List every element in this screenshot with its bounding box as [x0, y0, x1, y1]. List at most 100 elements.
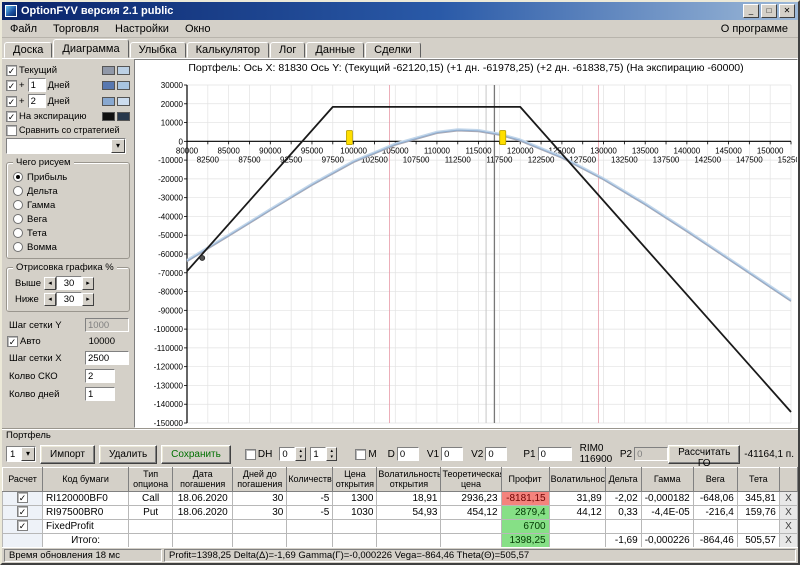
maximize-button[interactable]: □	[761, 4, 777, 18]
minimize-button[interactable]: _	[743, 4, 759, 18]
col-profit[interactable]: Профит	[501, 468, 549, 492]
current-color-swatch-1[interactable]	[102, 66, 115, 75]
dh-spinner-1[interactable]: ▴▾	[279, 447, 306, 461]
days-count-input[interactable]	[85, 387, 115, 401]
radio-vega[interactable]: Вега	[13, 213, 123, 225]
col-code[interactable]: Код бумаги	[43, 468, 129, 492]
below-decrease-button[interactable]: ◂	[44, 293, 56, 306]
radio-gamma[interactable]: Гамма	[13, 199, 123, 211]
v2-input[interactable]	[485, 447, 507, 461]
chevron-down-icon[interactable]: ▾	[21, 447, 35, 461]
radio-icon[interactable]	[13, 186, 23, 196]
row-checkbox[interactable]	[17, 506, 28, 517]
p1-input[interactable]	[538, 447, 572, 461]
current-color-swatch-2[interactable]	[117, 66, 130, 75]
expiration-color-swatch-2[interactable]	[117, 112, 130, 121]
dh-spinner-1-input[interactable]	[279, 447, 295, 461]
tab-deals[interactable]: Сделки	[365, 42, 421, 58]
tab-data[interactable]: Данные	[306, 42, 364, 58]
col-days-to-maturity[interactable]: Дней до погашения	[233, 468, 287, 492]
plus2-color-swatch-2[interactable]	[117, 97, 130, 106]
strategy-select[interactable]: ▾	[6, 138, 126, 154]
v1-input[interactable]	[441, 447, 463, 461]
dh-checkbox[interactable]	[245, 449, 256, 460]
tab-log[interactable]: Лог	[270, 42, 305, 58]
spinner-arrows-icon[interactable]: ▴▾	[295, 447, 306, 461]
row-checkbox[interactable]	[17, 492, 28, 503]
col-option-type[interactable]: Тип опциона	[129, 468, 173, 492]
below-value-input[interactable]	[56, 292, 82, 306]
row-calc-cell[interactable]	[3, 491, 43, 505]
current-checkbox[interactable]	[6, 65, 17, 76]
radio-icon[interactable]	[13, 172, 23, 182]
auto-checkbox[interactable]	[7, 336, 18, 347]
col-theoretical-price[interactable]: Теоретическая цена	[441, 468, 501, 492]
radio-delta[interactable]: Дельта	[13, 185, 123, 197]
col-calc[interactable]: Расчет	[3, 468, 43, 492]
radio-theta[interactable]: Тета	[13, 227, 123, 239]
radio-icon[interactable]	[13, 214, 23, 224]
radio-icon[interactable]	[13, 200, 23, 210]
menu-file[interactable]: Файл	[2, 22, 45, 36]
plus1-days-input[interactable]	[28, 78, 46, 92]
import-button[interactable]: Импорт	[40, 445, 95, 464]
radio-profit[interactable]: Прибыль	[13, 171, 123, 183]
row-delete-button[interactable]: X	[779, 491, 797, 505]
row-calc-cell[interactable]	[3, 505, 43, 519]
radio-icon[interactable]	[13, 228, 23, 238]
calc-margin-button[interactable]: Рассчитать ГО	[668, 445, 740, 464]
expiration-color-swatch-1[interactable]	[102, 112, 115, 121]
menu-trading[interactable]: Торговля	[45, 22, 107, 36]
row-checkbox[interactable]	[17, 520, 28, 531]
spinner-arrows-icon[interactable]: ▴▾	[326, 447, 337, 461]
dh-spinner-2[interactable]: ▴▾	[310, 447, 337, 461]
row-delete-button[interactable]: X	[779, 519, 797, 533]
row-calc-cell[interactable]	[3, 533, 43, 547]
row-delete-button[interactable]: X	[779, 533, 797, 547]
dh-spinner-2-input[interactable]	[310, 447, 326, 461]
col-quantity[interactable]: Количество	[287, 468, 333, 492]
grid-x-input[interactable]	[85, 351, 129, 365]
m-checkbox[interactable]	[355, 449, 366, 460]
plus2-checkbox[interactable]	[6, 96, 17, 107]
menu-settings[interactable]: Настройки	[107, 22, 177, 36]
row-delete-button[interactable]: X	[779, 505, 797, 519]
below-increase-button[interactable]: ▸	[82, 293, 94, 306]
chevron-down-icon[interactable]: ▾	[111, 139, 125, 153]
radio-icon[interactable]	[13, 242, 23, 252]
plus1-color-swatch-1[interactable]	[102, 81, 115, 90]
close-button[interactable]: ✕	[779, 4, 795, 18]
portfolio-number-select[interactable]: 1 ▾	[6, 446, 36, 462]
save-button[interactable]: Сохранить	[161, 445, 231, 464]
tab-smile[interactable]: Улыбка	[130, 42, 186, 58]
above-decrease-button[interactable]: ◂	[44, 277, 56, 290]
col-theta[interactable]: Тета	[737, 468, 779, 492]
plus2-days-input[interactable]	[28, 94, 46, 108]
menu-window[interactable]: Окно	[177, 22, 219, 36]
row-calc-cell[interactable]	[3, 519, 43, 533]
expiration-checkbox[interactable]	[6, 111, 17, 122]
col-vega[interactable]: Вега	[693, 468, 737, 492]
compare-strategy-checkbox[interactable]	[6, 125, 17, 136]
plus1-checkbox[interactable]	[6, 80, 17, 91]
col-maturity-date[interactable]: Дата погашения	[173, 468, 233, 492]
radio-vomma[interactable]: Вомма	[13, 241, 123, 253]
delete-button[interactable]: Удалить	[99, 445, 157, 464]
tab-calculator[interactable]: Калькулятор	[187, 42, 269, 58]
plus1-color-swatch-2[interactable]	[117, 81, 130, 90]
plus2-color-swatch-1[interactable]	[102, 97, 115, 106]
menu-about[interactable]: О программе	[711, 22, 798, 36]
col-open-price[interactable]: Цена открытия	[333, 468, 377, 492]
above-increase-button[interactable]: ▸	[82, 277, 94, 290]
tab-diagram[interactable]: Диаграмма	[53, 39, 128, 58]
col-delta[interactable]: Дельта	[605, 468, 641, 492]
col-volatility[interactable]: Волатильность	[549, 468, 605, 492]
col-open-volatility[interactable]: Волатильность открытия	[377, 468, 441, 492]
col-gamma[interactable]: Гамма	[641, 468, 693, 492]
tab-board[interactable]: Доска	[4, 42, 52, 58]
sko-count-input[interactable]	[85, 369, 115, 383]
d-input[interactable]	[397, 447, 419, 461]
col-close[interactable]	[779, 468, 797, 492]
above-value-input[interactable]	[56, 276, 82, 290]
payoff-chart[interactable]: 3000020000100000-10000-20000-30000-40000…	[135, 75, 797, 427]
